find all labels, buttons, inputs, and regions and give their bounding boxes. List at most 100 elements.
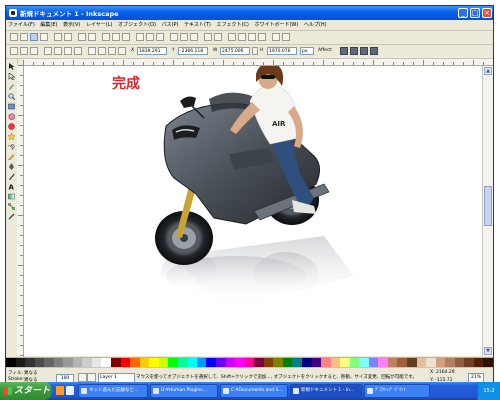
print-icon[interactable] [40, 33, 48, 41]
new-document-icon[interactable] [10, 33, 18, 41]
color-swatch[interactable] [34, 358, 45, 367]
color-swatch[interactable] [330, 358, 341, 367]
menu-view[interactable]: 表示(V) [61, 20, 82, 30]
cut-icon[interactable] [112, 33, 120, 41]
unlink-clone-icon[interactable] [190, 33, 198, 41]
close-button[interactable]: × [482, 8, 492, 18]
copy-icon[interactable] [102, 33, 110, 41]
scroll-up-icon[interactable]: ▲ [484, 67, 492, 75]
document-properties-icon[interactable] [282, 33, 290, 41]
color-swatch[interactable] [53, 358, 64, 367]
import-icon[interactable] [54, 33, 62, 41]
color-swatch[interactable] [225, 358, 236, 367]
selector-tool-icon[interactable] [8, 63, 15, 70]
color-swatch[interactable] [473, 358, 484, 367]
maximize-button[interactable]: □ [470, 8, 480, 18]
color-swatch[interactable] [340, 358, 350, 367]
h-field[interactable]: 1970.076 [267, 47, 297, 55]
taskbar-item-active[interactable]: 新規ドキュメント 1 - In... [290, 384, 362, 398]
duplicate-icon[interactable] [170, 33, 178, 41]
rectangle-tool-icon[interactable] [8, 103, 15, 110]
taskbar-item[interactable]: C:¥Documents and S... [220, 384, 288, 398]
color-swatch[interactable] [44, 358, 54, 367]
start-button[interactable]: スタート [0, 382, 52, 400]
title-bar[interactable]: 新規ドキュメント 1 - Inkscape _ □ × [6, 6, 493, 20]
taskbar-item[interactable]: D:¥Human Plugins... [150, 384, 218, 398]
node-tool-icon[interactable] [8, 72, 16, 81]
spiral-tool-icon[interactable] [6, 143, 15, 152]
color-swatch[interactable] [91, 358, 102, 367]
layer-lock-icon[interactable] [87, 373, 96, 382]
color-swatch[interactable] [101, 358, 112, 367]
color-swatch[interactable] [254, 358, 264, 367]
ellipse-tool-icon[interactable] [8, 123, 15, 130]
scroll-down-icon[interactable]: ▼ [484, 347, 492, 355]
color-swatch[interactable] [416, 358, 427, 367]
align-distribute-icon[interactable] [258, 33, 266, 41]
zoom-tool-icon[interactable] [8, 93, 16, 101]
menu-whiteboard[interactable]: ホワイトボード(W) [252, 20, 300, 30]
system-clock[interactable]: 15:2 [477, 382, 500, 400]
color-swatch[interactable] [349, 358, 360, 367]
fill-stroke-icon[interactable] [228, 33, 236, 41]
fill-value[interactable]: 異なる [24, 370, 38, 376]
color-swatch[interactable] [483, 358, 493, 367]
export-icon[interactable] [64, 33, 72, 41]
color-swatch[interactable] [216, 358, 226, 367]
color-swatch[interactable] [301, 358, 312, 367]
flip-horizontal-icon[interactable] [64, 47, 72, 55]
select-all-layers-icon[interactable] [20, 47, 28, 55]
flip-vertical-icon[interactable] [74, 47, 82, 55]
menu-effects[interactable]: エフェクト(C) [214, 20, 250, 30]
color-swatch[interactable] [445, 358, 455, 367]
pen-tool-icon[interactable] [8, 163, 15, 170]
color-swatch[interactable] [378, 358, 388, 367]
gradient-tool-icon[interactable] [8, 193, 15, 200]
group-icon[interactable] [204, 33, 212, 41]
scale-corners-icon[interactable] [350, 47, 358, 55]
color-swatch[interactable] [406, 358, 417, 367]
color-swatch[interactable] [139, 358, 150, 367]
color-swatch[interactable] [235, 358, 245, 367]
color-swatch[interactable] [15, 358, 26, 367]
color-swatch[interactable] [149, 358, 159, 367]
vertical-ruler[interactable] [17, 65, 24, 357]
unit-select[interactable]: px [300, 47, 314, 55]
vertical-scrollbar[interactable]: ▲ ▼ [482, 66, 493, 356]
calligraphy-tool-icon[interactable] [8, 173, 15, 180]
color-swatch[interactable] [72, 358, 83, 367]
deselect-icon[interactable] [30, 47, 38, 55]
horizontal-ruler[interactable] [23, 59, 493, 66]
color-swatch[interactable] [158, 358, 169, 367]
zoom-selection-icon[interactable] [136, 33, 144, 41]
box3d-tool-icon[interactable] [8, 113, 15, 121]
color-swatch[interactable] [273, 358, 283, 367]
color-swatch[interactable] [397, 358, 407, 367]
minimize-button[interactable]: _ [458, 8, 468, 18]
color-swatch[interactable] [196, 358, 207, 367]
color-swatch[interactable] [187, 358, 197, 367]
zoom-page-icon[interactable] [156, 33, 164, 41]
dropper-tool-icon[interactable] [8, 213, 15, 220]
text-tool-icon[interactable]: A [8, 183, 15, 192]
star-tool-icon[interactable] [7, 132, 16, 141]
lower-bottom-icon[interactable] [118, 47, 126, 55]
lower-icon[interactable] [108, 47, 116, 55]
move-patterns-icon[interactable] [370, 47, 378, 55]
color-swatch[interactable] [168, 358, 178, 367]
color-swatch[interactable] [177, 358, 188, 367]
color-swatch[interactable] [130, 358, 140, 367]
text-font-icon[interactable] [238, 33, 246, 41]
move-gradients-icon[interactable] [360, 47, 368, 55]
color-swatch[interactable] [244, 358, 255, 367]
color-swatch[interactable] [311, 358, 322, 367]
x-field[interactable]: 1839.291 [137, 47, 167, 55]
undo-icon[interactable] [78, 33, 86, 41]
color-swatch[interactable] [387, 358, 398, 367]
y-field[interactable]: -2366.118 [178, 47, 208, 55]
save-icon[interactable] [30, 33, 38, 41]
pencil-tool-icon[interactable] [8, 153, 15, 161]
menu-help[interactable]: ヘルプ(H) [302, 20, 329, 30]
select-all-icon[interactable] [10, 47, 18, 55]
raise-icon[interactable] [98, 47, 106, 55]
